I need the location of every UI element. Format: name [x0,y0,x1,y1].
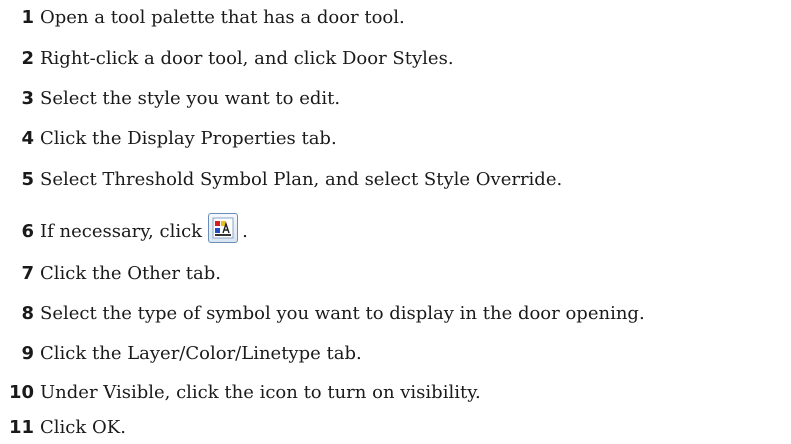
step-number: 10 [8,382,34,403]
step-number: 3 [21,88,34,109]
step-2: 2 Right-click a door tool, and click Door… [0,44,454,74]
step-number: 5 [21,169,34,190]
step-number: 9 [21,343,34,364]
step-number: 7 [21,263,34,284]
step-number: 6 [21,221,34,242]
step-number: 1 [21,7,34,28]
step-text-suffix: . [242,221,248,242]
step-4: 4 Click the Display Properties tab. [0,124,337,154]
step-text: Click the Layer/Color/Linetype tab. [40,343,362,364]
step-8: 8 Select the type of symbol you want to d… [0,299,645,329]
step-9: 9 Click the Layer/Color/Linetype tab. [0,339,362,369]
step-7: 7 Click the Other tab. [0,259,221,289]
step-text: Select the type of symbol you want to di… [40,303,645,324]
step-text: Open a tool palette that has a door tool… [40,7,405,28]
step-3: 3 Select the style you want to edit. [0,84,340,114]
step-number: 11 [8,417,34,438]
step-text: Select Threshold Symbol Plan, and select… [40,169,563,190]
step-11: 11 Click OK. [0,413,126,443]
step-5: 5 Select Threshold Symbol Plan, and selec… [0,165,562,195]
step-number: 2 [21,48,34,69]
step-text: Click the Other tab. [40,263,221,284]
step-text: Click OK. [40,417,126,438]
step-text: If necessary, click [40,221,203,242]
display-properties-icon-glyph [212,217,234,239]
step-10: 10 Under Visible, click the icon to turn … [0,378,481,408]
step-text: Under Visible, click the icon to turn on… [40,382,481,403]
step-number: 4 [21,128,34,149]
step-1: 1 Open a tool palette that has a door too… [0,3,405,33]
step-text: Click the Display Properties tab. [40,128,337,149]
step-text: Select the style you want to edit. [40,88,341,109]
step-number: 8 [21,303,34,324]
step-text: Right-click a door tool, and click Door … [40,48,454,69]
display-properties-icon[interactable] [208,213,239,243]
step-6: 6 If necessary, click . [0,213,248,243]
